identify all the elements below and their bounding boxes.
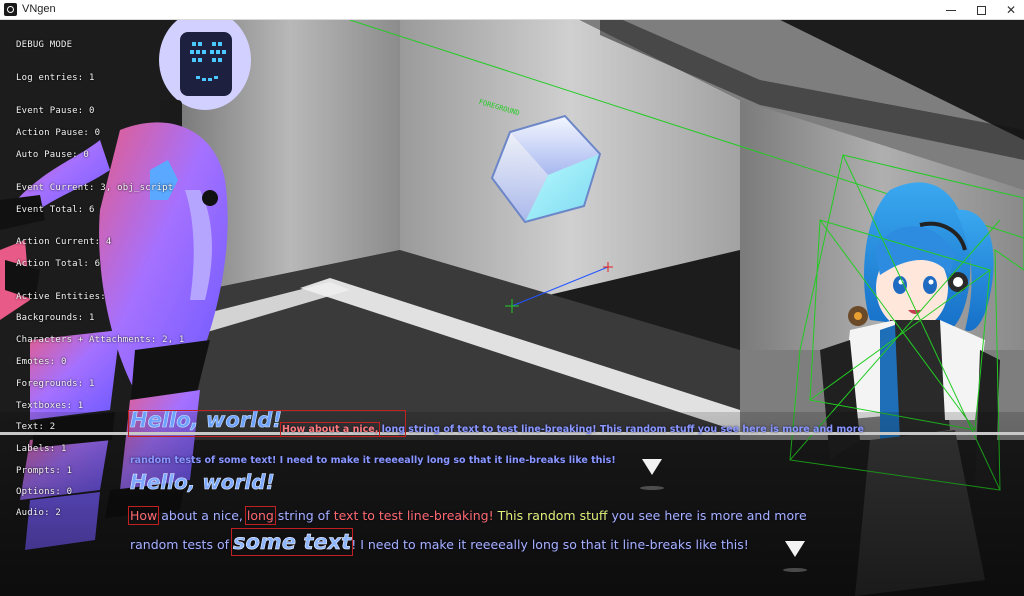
dialogue-word-how: How — [127, 506, 160, 525]
dialogue-upper-line1-prefix: How about a nice, — [279, 422, 381, 437]
dialogue-upper-line1-rest: long string of text to test line-breakin… — [381, 424, 864, 435]
debug-action-current: Action Current: 4 — [16, 237, 112, 247]
dialogue-emphasis-some-text: some text — [230, 528, 354, 556]
close-button[interactable]: ✕ — [994, 0, 1024, 20]
debug-text: Text: 2 — [16, 422, 56, 432]
debug-textboxes: Textboxes: 1 — [16, 401, 84, 411]
speaker-name-text: Hello, world! — [130, 470, 275, 495]
debug-labels: Labels: 1 — [16, 444, 67, 454]
dialogue-upper-line2: random tests of some text! I need to mak… — [130, 455, 616, 466]
debug-active-entities: Active Entities: — [16, 292, 106, 302]
textbox-background — [0, 412, 1024, 596]
dialogue-segment-3: text to test line-breaking! — [333, 508, 494, 523]
speaker-name: Hello, world! — [130, 470, 275, 495]
dialogue-segment-2: string of — [273, 508, 334, 523]
maximize-icon — [976, 5, 986, 15]
dialogue-segment-4: This random stuff — [493, 508, 612, 523]
debug-event-current: Event Current: 3, obj_script — [16, 183, 174, 193]
debug-event-total: Event Total: 6 — [16, 205, 95, 215]
continue-prompt-shadow — [783, 568, 807, 572]
debug-log-entries: Log entries: 1 — [16, 73, 95, 83]
debug-event-pause: Event Pause: 0 — [16, 106, 95, 116]
debug-mode-label: DEBUG MODE — [16, 40, 73, 50]
debug-options: Options: 0 — [16, 487, 73, 497]
debug-action-pause: Action Pause: 0 — [16, 128, 101, 138]
dialogue-segment-1: about a nice, — [157, 508, 247, 523]
debug-foregrounds: Foregrounds: 1 — [16, 379, 95, 389]
debug-action-total: Action Total: 6 — [16, 259, 101, 269]
speaker-name-upper: Hello, world! — [128, 408, 406, 437]
dialogue-segment-5: you see here is more and more — [611, 508, 807, 523]
maximize-button[interactable] — [964, 0, 998, 20]
minimize-icon — [946, 9, 956, 11]
debug-audio: Audio: 2 — [16, 508, 61, 518]
window-title: VNgen — [22, 3, 56, 15]
dialogue-upper-line1: How about a nice, long string of text to… — [279, 422, 864, 437]
title-bar: VNgen ✕ — [0, 0, 1024, 20]
debug-characters: Characters + Attachments: 2, 1 — [16, 335, 185, 345]
debug-prompts: Prompts: 1 — [16, 466, 73, 476]
debug-emotes: Emotes: 0 — [16, 357, 67, 367]
dialogue-line2: random tests of some text! I need to mak… — [130, 528, 749, 556]
dialogue-segment-6: random tests of — [130, 537, 233, 552]
minimize-button[interactable] — [934, 0, 968, 20]
app-window: VNgen ✕ FOREGROUND DEBUG MODE Log entrie… — [0, 0, 1024, 596]
debug-backgrounds: Backgrounds: 1 — [16, 313, 95, 323]
continue-prompt-upper-shadow — [640, 486, 664, 490]
dialogue-word-long: long — [244, 506, 276, 525]
close-icon: ✕ — [1005, 3, 1017, 17]
debug-auto-pause: Auto Pause: 0 — [16, 150, 90, 160]
app-logo-icon — [4, 3, 17, 16]
continue-prompt-upper-icon[interactable] — [642, 459, 662, 475]
continue-prompt-icon[interactable] — [785, 541, 805, 557]
dialogue-line1: How about a nice, long string of text to… — [127, 506, 807, 525]
dialogue-segment-7: ! I need to make it reeeeally long so th… — [351, 537, 749, 552]
